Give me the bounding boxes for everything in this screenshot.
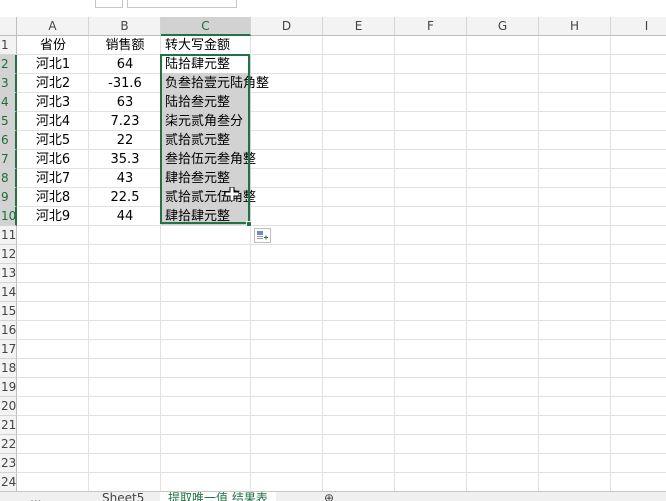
gridline-horizontal <box>17 453 666 454</box>
cell-a1[interactable]: 省份 <box>17 36 89 55</box>
formula-bar-strip <box>0 0 666 18</box>
gridline-horizontal <box>17 358 666 359</box>
cell-b[interactable]: 44 <box>89 207 161 226</box>
row-header[interactable]: 21 <box>0 416 17 435</box>
row-header[interactable]: 22 <box>0 435 17 454</box>
row-header[interactable]: 17 <box>0 340 17 359</box>
cell-b[interactable]: -31.6 <box>89 74 161 93</box>
cell-b[interactable]: 35.3 <box>89 150 161 169</box>
cell-b[interactable]: 22 <box>89 131 161 150</box>
gridline-horizontal <box>17 472 666 473</box>
gridline-vertical <box>610 36 611 496</box>
cell-a[interactable]: 河北2 <box>17 74 89 93</box>
gridline-vertical <box>322 36 323 496</box>
row-header[interactable]: 7 <box>0 150 17 169</box>
cell-b[interactable]: 43 <box>89 169 161 188</box>
column-header-g[interactable]: G <box>467 17 539 36</box>
column-header-i[interactable]: I <box>611 17 666 36</box>
cell-b[interactable]: 7.23 <box>89 112 161 131</box>
row-header[interactable]: 11 <box>0 226 17 245</box>
cell-a[interactable]: 河北8 <box>17 188 89 207</box>
column-header-h[interactable]: H <box>539 17 611 36</box>
name-box-edge[interactable] <box>95 0 123 8</box>
row-header[interactable]: 3 <box>0 74 17 93</box>
cell-b[interactable]: 63 <box>89 93 161 112</box>
cell-a[interactable]: 河北9 <box>17 207 89 226</box>
cell-a[interactable]: 河北6 <box>17 150 89 169</box>
row-header[interactable]: 14 <box>0 283 17 302</box>
row-header[interactable]: 18 <box>0 359 17 378</box>
row-header[interactable]: 19 <box>0 378 17 397</box>
cell-a[interactable]: 河北7 <box>17 169 89 188</box>
row-header[interactable]: 12 <box>0 245 17 264</box>
row-header[interactable]: 9 <box>0 188 17 207</box>
row-header[interactable]: 1 <box>0 36 17 55</box>
select-all-corner[interactable] <box>0 17 17 36</box>
row-header[interactable]: 4 <box>0 93 17 112</box>
gridline-horizontal <box>17 320 666 321</box>
row-header[interactable]: 15 <box>0 302 17 321</box>
column-header-e[interactable]: E <box>323 17 395 36</box>
cell-a[interactable]: 河北4 <box>17 112 89 131</box>
row-header[interactable]: 23 <box>0 454 17 473</box>
cell-select-cursor-icon <box>225 187 239 201</box>
row-header[interactable]: 16 <box>0 321 17 340</box>
gridline-horizontal <box>17 377 666 378</box>
row-header[interactable]: 2 <box>0 55 17 74</box>
gridline-horizontal <box>17 301 666 302</box>
row-header[interactable]: 5 <box>0 112 17 131</box>
cell-a[interactable]: 河北1 <box>17 55 89 74</box>
cell-b[interactable]: 22.5 <box>89 188 161 207</box>
column-header-b[interactable]: B <box>89 17 161 36</box>
gridline-horizontal <box>17 396 666 397</box>
row-header[interactable]: 10 <box>0 207 17 226</box>
column-header-c[interactable]: C <box>161 17 251 36</box>
cell-c1[interactable]: 转大写金额 <box>161 36 230 55</box>
gridline-vertical <box>394 36 395 496</box>
column-header-f[interactable]: F <box>395 17 467 36</box>
row-header[interactable]: 8 <box>0 169 17 188</box>
row-header[interactable]: 20 <box>0 397 17 416</box>
row-header[interactable]: 24 <box>0 473 17 492</box>
row-header[interactable]: 6 <box>0 131 17 150</box>
gridline-horizontal <box>17 244 666 245</box>
quick-analysis-icon <box>257 231 268 240</box>
cell-a[interactable]: 河北5 <box>17 131 89 150</box>
cell-a[interactable]: 河北3 <box>17 93 89 112</box>
row-header[interactable]: 13 <box>0 264 17 283</box>
gridline-horizontal <box>17 415 666 416</box>
fill-handle[interactable] <box>246 221 252 227</box>
gridline-horizontal <box>17 263 666 264</box>
gridline-horizontal <box>17 282 666 283</box>
cell-b[interactable]: 64 <box>89 55 161 74</box>
formula-input-edge[interactable] <box>127 0 237 8</box>
gridline-horizontal <box>17 339 666 340</box>
cell-b1[interactable]: 销售额 <box>89 36 161 55</box>
column-header-d[interactable]: D <box>251 17 323 36</box>
column-header-a[interactable]: A <box>17 17 89 36</box>
gridline-vertical <box>538 36 539 496</box>
gridline-vertical <box>466 36 467 496</box>
gridline-horizontal <box>17 434 666 435</box>
quick-analysis-button[interactable] <box>254 228 271 243</box>
